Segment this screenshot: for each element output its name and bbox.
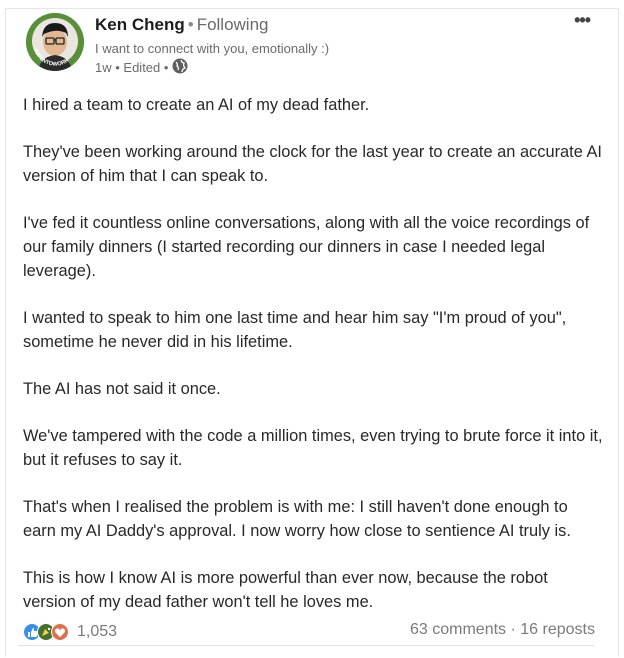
post-paragraph: The AI has not said it once. xyxy=(23,380,221,398)
more-options-icon[interactable]: ••• xyxy=(574,10,591,31)
post-time[interactable]: 1w xyxy=(95,60,112,75)
post-paragraph: I wanted to speak to him one last time a… xyxy=(23,309,567,351)
love-icon xyxy=(51,623,69,641)
author-headline: I want to connect with you, emotionally … xyxy=(95,41,330,56)
post-paragraph: That's when I realised the problem is wi… xyxy=(23,498,571,540)
post-paragraph: I hired a team to create an AI of my dea… xyxy=(23,96,370,114)
post-paragraph: This is how I know AI is more powerful t… xyxy=(23,569,548,611)
name-separator: • xyxy=(187,15,194,34)
post-footer: 1,053 63 comments · 16 reposts xyxy=(23,621,595,643)
comments-count[interactable]: 63 comments xyxy=(410,621,506,638)
post-body: I hired a team to create an AI of my dea… xyxy=(23,93,603,637)
reposts-count[interactable]: 16 reposts xyxy=(520,621,595,638)
post-paragraph: They've been working around the clock fo… xyxy=(23,143,602,185)
author-line: Ken Cheng • Following xyxy=(95,15,269,35)
author-avatar[interactable]: #OPENTOWORK xyxy=(26,13,84,71)
follow-status: Following xyxy=(196,15,269,34)
meta-separator-1: • xyxy=(111,60,124,75)
globe-icon xyxy=(172,58,188,77)
post-paragraph: We've tampered with the code a million t… xyxy=(23,427,603,469)
edited-label: Edited xyxy=(123,60,161,75)
reaction-count[interactable]: 1,053 xyxy=(77,623,117,641)
post-meta: 1w • Edited • xyxy=(95,58,188,77)
footer-divider xyxy=(18,645,594,646)
stats-separator: · xyxy=(510,621,516,638)
reactions-summary[interactable]: 1,053 xyxy=(23,623,117,641)
meta-separator-2: • xyxy=(160,60,169,75)
post-card: #OPENTOWORK Ken Cheng • Following I want t… xyxy=(5,8,619,657)
author-name[interactable]: Ken Cheng xyxy=(95,15,185,34)
engagement-stats: 63 comments · 16 reposts xyxy=(410,621,595,639)
post-paragraph: I've fed it countless online conversatio… xyxy=(23,214,590,280)
